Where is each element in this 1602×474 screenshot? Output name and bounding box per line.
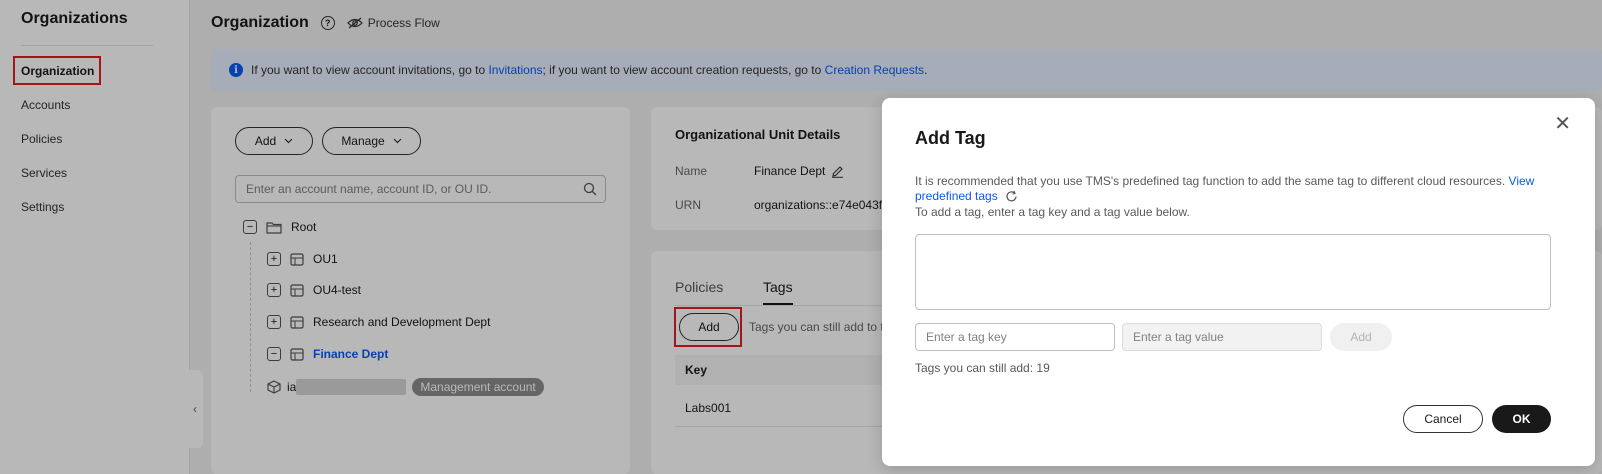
tag-key-input[interactable]: Enter a tag key — [915, 323, 1115, 351]
tag-instruction: To add a tag, enter a tag key and a tag … — [915, 205, 1190, 219]
tag-value-placeholder: Enter a tag value — [1133, 330, 1224, 344]
tag-key-placeholder: Enter a tag key — [926, 330, 1007, 344]
close-icon[interactable]: ✕ — [1554, 114, 1571, 134]
tag-batch-textarea[interactable] — [915, 234, 1551, 310]
dialog-title: Add Tag — [915, 128, 986, 148]
tags-remaining-count: Tags you can still add: 19 — [915, 361, 1050, 375]
ok-button[interactable]: OK — [1492, 405, 1551, 433]
add-tag-dialog: Add Tag ✕ It is recommended that you use… — [882, 98, 1595, 466]
cancel-button[interactable]: Cancel — [1403, 405, 1483, 433]
refresh-icon[interactable] — [1005, 190, 1018, 203]
add-tag-row-button[interactable]: Add — [1330, 323, 1392, 351]
tag-value-input[interactable]: Enter a tag value — [1122, 323, 1322, 351]
tag-hint: It is recommended that you use TMS's pre… — [915, 174, 1535, 203]
